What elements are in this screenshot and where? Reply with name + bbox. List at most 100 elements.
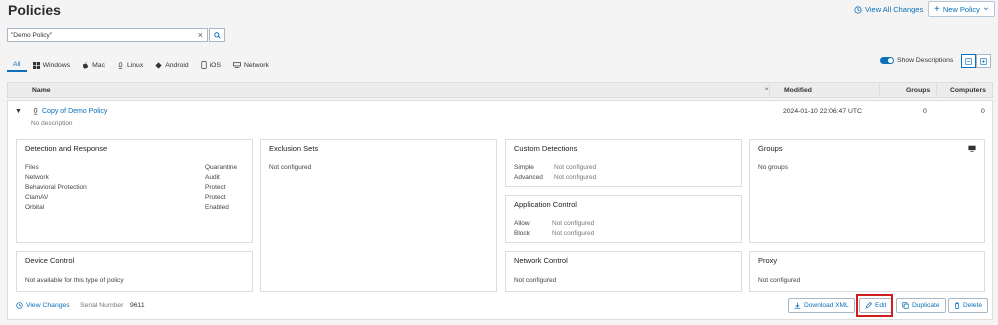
application-control-card: Application Control Allow Not configured … bbox=[505, 195, 742, 243]
tab-android[interactable]: Android bbox=[149, 58, 194, 72]
card-title: Proxy bbox=[758, 256, 778, 265]
column-name[interactable]: Name bbox=[32, 87, 51, 94]
collapse-view-button[interactable] bbox=[961, 54, 976, 68]
copy-icon bbox=[902, 302, 909, 309]
detection-value: Protect bbox=[205, 184, 226, 191]
column-computers: Computers bbox=[950, 87, 986, 94]
policy-description: No description bbox=[31, 120, 73, 127]
view-all-changes-label: View All Changes bbox=[865, 5, 924, 14]
delete-label: Delete bbox=[963, 302, 983, 309]
tab-label: All bbox=[13, 60, 21, 68]
device-control-card: Device Control Not available for this ty… bbox=[16, 251, 253, 292]
modified-date: 2024-01-10 22:06:47 UTC bbox=[783, 108, 862, 115]
search-box: × bbox=[7, 28, 208, 42]
appcontrol-key: Allow bbox=[514, 220, 530, 227]
groups-status: No groups bbox=[758, 164, 788, 171]
detection-key: ClamAV bbox=[25, 194, 49, 201]
appcontrol-key: Block bbox=[514, 230, 530, 237]
android-icon bbox=[155, 61, 162, 69]
proxy-card: Proxy Not configured bbox=[749, 251, 985, 292]
detection-key: Network bbox=[25, 174, 49, 181]
card-title: Exclusion Sets bbox=[269, 144, 319, 153]
detection-key: Behavioral Protection bbox=[25, 184, 87, 191]
custom-key: Advanced bbox=[514, 174, 543, 181]
phone-icon bbox=[201, 61, 207, 69]
tab-network[interactable]: Network bbox=[227, 58, 275, 72]
duplicate-button[interactable]: Duplicate bbox=[896, 298, 946, 313]
exclusion-sets-card: Exclusion Sets Not configured bbox=[260, 139, 497, 292]
column-divider bbox=[769, 82, 770, 98]
detection-response-card: Detection and Response Files Quarantine N… bbox=[16, 139, 253, 243]
linux-icon bbox=[33, 107, 38, 115]
tab-label: Network bbox=[244, 61, 269, 69]
detection-key: Files bbox=[25, 164, 39, 171]
detection-value: Quarantine bbox=[205, 164, 238, 171]
network-control-card: Network Control Not configured bbox=[505, 251, 742, 292]
tab-windows[interactable]: Windows bbox=[27, 58, 77, 72]
new-policy-label: New Policy bbox=[942, 4, 980, 14]
exclusion-status: Not configured bbox=[269, 164, 312, 171]
column-groups: Groups bbox=[906, 87, 931, 94]
card-title: Device Control bbox=[25, 256, 75, 265]
duplicate-label: Duplicate bbox=[912, 302, 940, 309]
network-status: Not configured bbox=[514, 277, 557, 284]
show-descriptions-toggle[interactable] bbox=[880, 57, 894, 64]
appcontrol-value: Not configured bbox=[552, 230, 595, 237]
page-title: Policies bbox=[8, 2, 61, 18]
network-icon bbox=[233, 61, 241, 68]
search-icon bbox=[213, 31, 221, 39]
edit-highlight-box bbox=[856, 294, 893, 317]
groups-count: 0 bbox=[923, 108, 927, 115]
sort-icon[interactable]: ^ bbox=[765, 87, 768, 94]
proxy-status: Not configured bbox=[758, 277, 801, 284]
tab-label: Mac bbox=[92, 61, 105, 69]
new-policy-button[interactable]: + New Policy bbox=[928, 1, 995, 17]
expand-row-icon[interactable]: ▼ bbox=[15, 108, 22, 115]
chevron-down-icon bbox=[983, 7, 988, 11]
appcontrol-value: Not configured bbox=[552, 220, 595, 227]
card-title: Custom Detections bbox=[514, 144, 578, 153]
tab-ios[interactable]: iOS bbox=[195, 58, 227, 72]
history-icon bbox=[16, 302, 23, 309]
detection-key: Orbital bbox=[25, 204, 45, 211]
device-status: Not available for this type of policy bbox=[25, 277, 124, 284]
clear-search-icon[interactable]: × bbox=[198, 30, 203, 40]
platform-tabs: All Windows Mac Linux Android iOS Networ… bbox=[7, 58, 275, 72]
detection-value: Enabled bbox=[205, 204, 229, 211]
custom-detections-card: Custom Detections Simple Not configured A… bbox=[505, 139, 742, 187]
serial-number-label: Serial Number bbox=[80, 302, 124, 309]
groups-card: Groups No groups bbox=[749, 139, 985, 243]
policy-name-link[interactable]: Copy of Demo Policy bbox=[42, 108, 107, 115]
linux-icon bbox=[118, 61, 123, 69]
column-divider bbox=[936, 82, 937, 98]
delete-button[interactable]: Delete bbox=[948, 298, 989, 313]
apple-icon bbox=[83, 61, 89, 69]
custom-value: Not configured bbox=[554, 174, 597, 181]
tab-label: Windows bbox=[42, 61, 71, 69]
collapse-icon bbox=[965, 57, 972, 65]
column-modified[interactable]: Modified bbox=[784, 87, 812, 94]
download-xml-button[interactable]: Download XML bbox=[788, 298, 855, 313]
download-xml-label: Download XML bbox=[804, 302, 849, 309]
table-header: Name ^ Modified Groups Computers bbox=[7, 82, 993, 98]
search-input[interactable] bbox=[8, 31, 188, 39]
download-icon bbox=[794, 302, 801, 309]
tab-label: Linux bbox=[126, 61, 144, 69]
expand-view-button[interactable] bbox=[976, 54, 991, 68]
tab-mac[interactable]: Mac bbox=[76, 58, 111, 72]
tab-all[interactable]: All bbox=[7, 58, 27, 72]
serial-number-value: 9611 bbox=[130, 302, 145, 309]
custom-key: Simple bbox=[514, 164, 534, 171]
search-button[interactable] bbox=[209, 28, 225, 42]
card-title: Application Control bbox=[514, 200, 577, 209]
view-changes-link[interactable]: View Changes bbox=[16, 302, 70, 309]
tab-linux[interactable]: Linux bbox=[111, 58, 149, 72]
card-title: Network Control bbox=[514, 256, 568, 265]
view-mode-buttons bbox=[961, 54, 991, 68]
expand-icon bbox=[980, 57, 987, 65]
trash-icon bbox=[954, 302, 960, 309]
view-all-changes-link[interactable]: View All Changes bbox=[854, 5, 923, 14]
view-changes-label: View Changes bbox=[26, 302, 70, 309]
history-icon bbox=[854, 5, 862, 14]
card-title: Groups bbox=[758, 144, 783, 153]
